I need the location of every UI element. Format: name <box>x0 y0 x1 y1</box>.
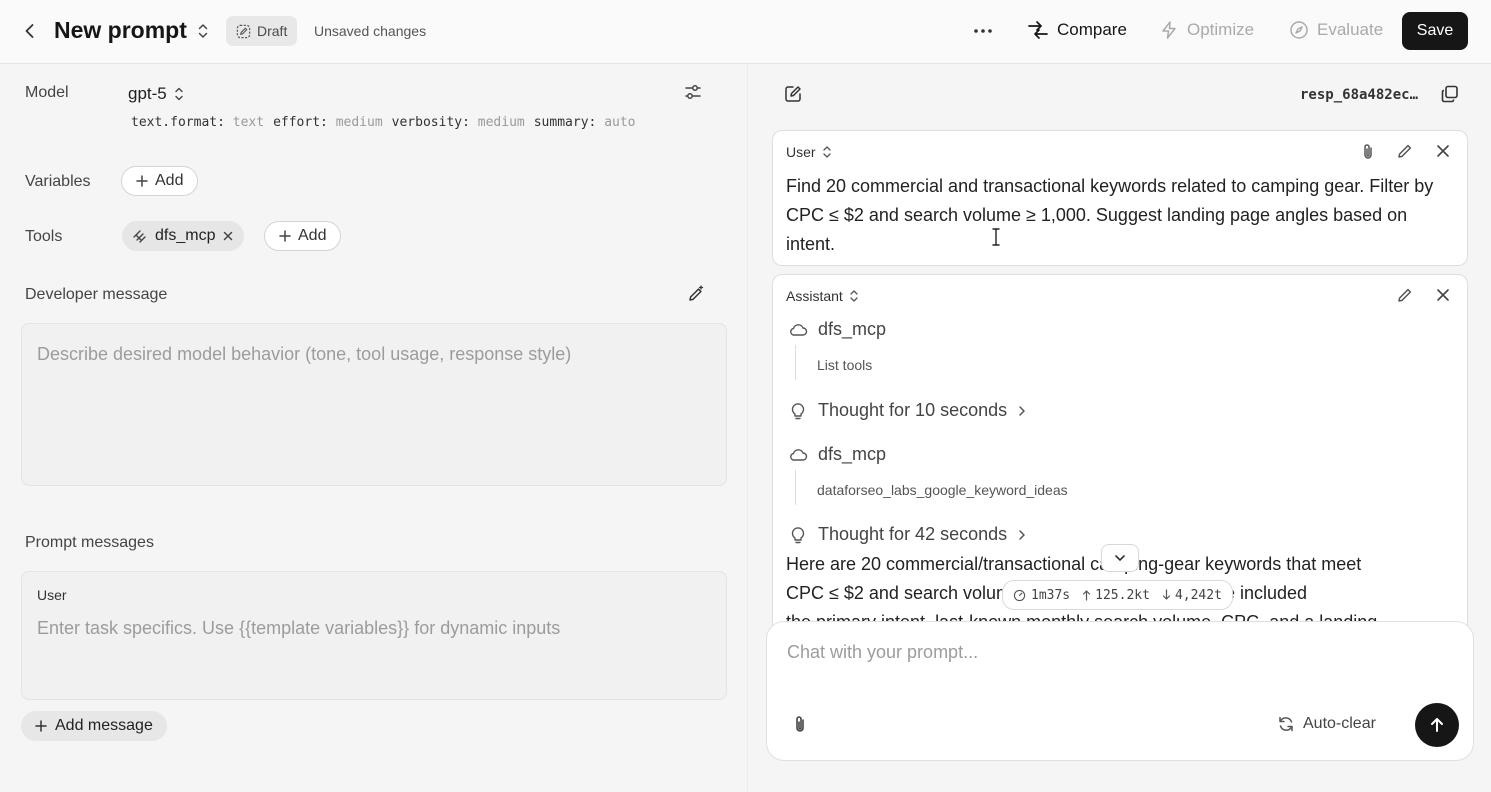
arrow-down-icon <box>1162 589 1171 601</box>
add-message-button[interactable]: Add message <box>21 711 167 741</box>
edit-pencil-icon[interactable] <box>1396 286 1414 304</box>
developer-message-input[interactable]: Describe desired model behavior (tone, t… <box>21 323 727 486</box>
lightning-icon <box>1159 20 1179 40</box>
response-id: resp_68a482ec… <box>1300 87 1419 103</box>
developer-message-label: Developer message <box>25 286 168 303</box>
cloud-icon <box>788 322 808 338</box>
chevron-down-icon <box>1113 553 1127 563</box>
cloud-icon <box>788 447 808 463</box>
assistant-role-selector[interactable]: Assistant <box>786 288 859 304</box>
tool-call-sub: List tools <box>817 357 873 373</box>
step-connector <box>795 470 796 505</box>
tool-call-sub: dataforseo_labs_google_keyword_ideas <box>817 482 1068 498</box>
model-selector[interactable]: gpt-5 <box>128 84 185 104</box>
user-message-card: User Find 20 commercial and transactiona… <box>772 130 1468 266</box>
prompt-message-role: User <box>37 587 67 603</box>
draft-badge: Draft <box>226 16 298 46</box>
gauge-icon <box>1013 589 1026 602</box>
stat-duration: 1m37s <box>1013 588 1070 603</box>
thought-step-1[interactable]: Thought for 10 seconds <box>788 400 1027 421</box>
user-message-text: Find 20 commercial and transactional key… <box>786 176 1434 254</box>
evaluate-button[interactable]: Evaluate <box>1289 20 1383 40</box>
tool-chip-dfs-mcp[interactable]: dfs_mcp <box>122 221 245 251</box>
stat-output-tokens: 4,242t <box>1162 588 1222 603</box>
auto-clear-toggle[interactable]: Auto-clear <box>1277 715 1376 733</box>
tool-call-list-tools[interactable]: dfs_mcp <box>788 319 886 340</box>
compass-icon <box>1289 20 1309 40</box>
developer-placeholder: Describe desired model behavior (tone, t… <box>37 344 572 364</box>
attach-paperclip-icon[interactable] <box>791 714 809 736</box>
remove-tool-close-icon[interactable] <box>222 230 234 242</box>
copy-icon[interactable] <box>1440 84 1460 104</box>
save-button[interactable]: Save <box>1402 12 1468 50</box>
prompt-messages-label: Prompt messages <box>25 534 154 551</box>
compare-button[interactable]: Compare <box>1027 20 1127 40</box>
back-chevron-icon[interactable] <box>20 21 40 41</box>
refresh-icon <box>1277 715 1295 733</box>
chat-placeholder: Chat with your prompt... <box>787 642 979 662</box>
arrow-up-icon <box>1429 716 1445 734</box>
chevron-right-icon <box>1017 528 1027 542</box>
plus-icon <box>136 175 148 187</box>
assistant-message-card: Assistant dfs_mcp List tools Thought for… <box>772 274 1468 674</box>
magic-wand-edit-icon[interactable] <box>686 284 706 304</box>
arrow-up-icon <box>1082 589 1091 601</box>
close-icon[interactable] <box>1435 143 1451 159</box>
updown-chevron-icon[interactable] <box>196 21 210 41</box>
tool-call-keyword-ideas[interactable]: dfs_mcp <box>788 444 886 465</box>
model-params: text.format: text effort: medium verbosi… <box>131 115 636 130</box>
prompt-message-user-input[interactable]: User Enter task specifics. Use {{templat… <box>21 571 727 700</box>
mcp-tool-icon <box>132 228 148 244</box>
stat-input-tokens: 125.2kt <box>1082 588 1150 603</box>
role-chevron-icon <box>822 144 832 160</box>
assistant-answer-line-1: Here are 20 commercial/transactional cam… <box>786 554 1362 574</box>
more-options-icon[interactable] <box>972 22 994 40</box>
add-tool-button[interactable]: Add <box>264 221 342 251</box>
attach-paperclip-icon[interactable] <box>1359 142 1377 162</box>
add-variable-button[interactable]: Add <box>121 166 199 196</box>
close-icon[interactable] <box>1435 287 1451 303</box>
step-connector <box>795 345 796 380</box>
plus-icon <box>279 230 291 242</box>
send-button[interactable] <box>1415 703 1459 747</box>
draft-label: Draft <box>257 23 288 39</box>
page-title[interactable]: New prompt <box>54 17 187 44</box>
model-chevron-icon <box>173 85 185 103</box>
plus-icon <box>35 720 47 732</box>
optimize-button[interactable]: Optimize <box>1159 20 1254 40</box>
model-settings-sliders-icon[interactable] <box>683 82 703 102</box>
model-label: Model <box>25 84 69 101</box>
prompt-message-placeholder: Enter task specifics. Use {{template var… <box>37 618 561 638</box>
scroll-to-bottom-button[interactable] <box>1101 544 1139 572</box>
compare-arrows-icon <box>1027 20 1049 40</box>
text-cursor-icon <box>990 227 1002 247</box>
edit-response-icon[interactable] <box>783 84 803 104</box>
edit-pencil-icon[interactable] <box>1396 142 1414 160</box>
model-value: gpt-5 <box>128 84 167 103</box>
role-chevron-icon <box>849 288 859 304</box>
tools-label: Tools <box>25 228 63 245</box>
user-role-selector[interactable]: User <box>786 144 832 160</box>
panel-divider <box>747 64 748 792</box>
tool-chip-label: dfs_mcp <box>155 227 216 244</box>
chat-input-box[interactable]: Chat with your prompt... Auto-clear <box>766 621 1474 761</box>
lightbulb-icon <box>788 401 808 421</box>
unsaved-status: Unsaved changes <box>314 23 427 39</box>
lightbulb-icon <box>788 525 808 545</box>
thought-step-2[interactable]: Thought for 42 seconds <box>788 524 1027 545</box>
chevron-right-icon <box>1017 404 1027 418</box>
draft-pencil-icon <box>236 24 251 39</box>
variables-label: Variables <box>25 173 91 190</box>
top-bar: New prompt Draft Unsaved changes Compare… <box>0 0 1491 64</box>
response-stats: 1m37s 125.2kt 4,242t <box>1002 580 1233 610</box>
